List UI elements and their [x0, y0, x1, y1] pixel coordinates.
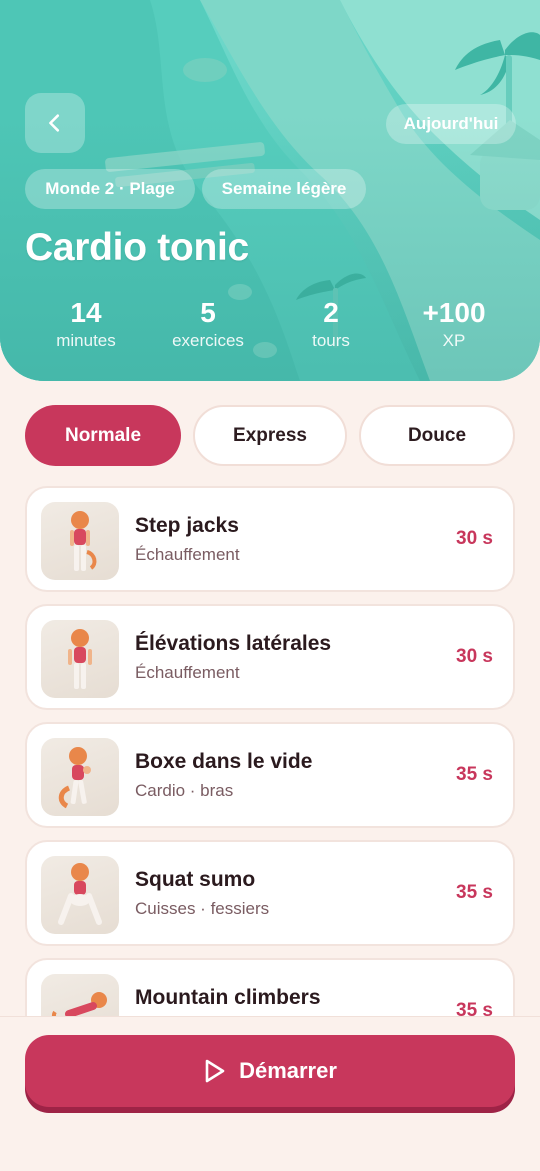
- today-badge[interactable]: Aujourd'hui: [386, 104, 516, 144]
- exercise-thumbnail: [41, 974, 119, 1016]
- exercise-thumbnail: [41, 502, 119, 580]
- exercise-card[interactable]: Mountain climbers 35 s: [25, 958, 515, 1016]
- stat-label: minutes: [56, 331, 116, 350]
- character-figure-icon: [52, 992, 107, 1016]
- chevron-left-icon: [49, 114, 60, 132]
- stat-label: tours: [312, 331, 350, 350]
- exercise-category: Échauffement: [135, 663, 240, 682]
- stat-value: +100: [422, 297, 486, 328]
- exercise-name: Squat sumo: [135, 868, 256, 891]
- character-figure-icon: [70, 511, 97, 571]
- world-tag: Monde 2 · Plage: [25, 169, 195, 209]
- week-tag: Semaine légère: [202, 169, 366, 209]
- stat-value: 5: [200, 297, 216, 328]
- exercise-duration: 35 s: [456, 882, 493, 903]
- stat-xp: +100 XP: [394, 296, 514, 352]
- stat-exercises: 5 exercices: [148, 296, 268, 352]
- character-figure-icon: [58, 747, 91, 809]
- start-button-label: Démarrer: [239, 1058, 337, 1083]
- exercise-card[interactable]: Squat sumo Cuisses · fessiers 35 s: [25, 840, 515, 946]
- workout-title: Cardio tonic: [25, 226, 249, 269]
- mode-normale-button[interactable]: Normale: [25, 405, 181, 466]
- exercise-name: Step jacks: [135, 514, 239, 537]
- exercise-thumbnail: [41, 738, 119, 816]
- start-button[interactable]: Démarrer: [25, 1035, 515, 1107]
- exercise-duration: 30 s: [456, 646, 493, 667]
- exercise-category: Échauffement: [135, 545, 240, 564]
- back-button[interactable]: [25, 93, 85, 153]
- mode-douce-button[interactable]: Douce: [359, 405, 515, 466]
- hero-header: Aujourd'hui Monde 2 · Plage Semaine légè…: [0, 0, 540, 381]
- exercise-category: Cuisses · fessiers: [135, 899, 270, 918]
- exercise-duration: 35 s: [456, 1000, 493, 1016]
- exercise-duration: 30 s: [456, 528, 493, 549]
- stat-label: exercices: [172, 331, 244, 350]
- bottom-action-bar: Démarrer: [0, 1016, 540, 1171]
- exercise-card[interactable]: Élévations latérales Échauffement 30 s: [25, 604, 515, 710]
- exercise-name: Mountain climbers: [135, 986, 321, 1009]
- exercise-duration: 35 s: [456, 764, 493, 785]
- exercise-list[interactable]: Step jacks Échauffement 30 s Élévations …: [0, 484, 540, 1016]
- exercise-card[interactable]: Step jacks Échauffement 30 s: [25, 486, 515, 592]
- character-figure-icon: [58, 863, 102, 925]
- stat-value: 2: [323, 297, 339, 328]
- stat-value: 14: [70, 297, 102, 328]
- play-icon: [205, 1059, 225, 1083]
- stat-minutes: 14 minutes: [26, 296, 146, 352]
- mode-express-button[interactable]: Express: [193, 405, 347, 466]
- stat-rounds: 2 tours: [271, 296, 391, 352]
- exercise-card[interactable]: Boxe dans le vide Cardio · bras 35 s: [25, 722, 515, 828]
- exercise-thumbnail: [41, 620, 119, 698]
- exercise-thumbnail: [41, 856, 119, 934]
- exercise-name: Élévations latérales: [135, 632, 332, 655]
- character-figure-icon: [68, 629, 92, 689]
- exercise-category: Cardio · bras: [135, 781, 234, 800]
- exercise-name: Boxe dans le vide: [135, 750, 313, 773]
- stat-label: XP: [442, 331, 466, 350]
